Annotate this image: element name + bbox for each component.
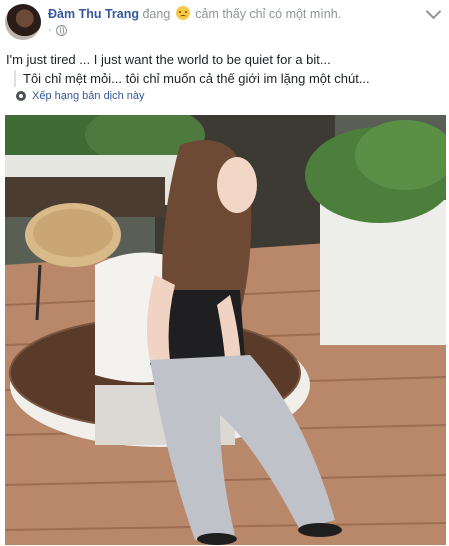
gear-icon (16, 91, 26, 101)
post-card: Đàm Thu Trang đang cảm thấy chỉ có một m… (0, 0, 449, 546)
rate-translation-row: Xếp hạng bản dịch này (16, 90, 145, 102)
feeling-text: cảm thấy chỉ có một mình. (195, 7, 342, 21)
feeling-prefix: đang (142, 7, 171, 21)
chevron-down-icon[interactable] (425, 3, 442, 20)
post-body-text: I'm just tired ... I just want the world… (6, 52, 331, 67)
globe-icon[interactable] (55, 24, 67, 36)
meta-separator: · (48, 24, 52, 36)
feeling-emoji-icon (175, 6, 190, 20)
post-meta: · (48, 24, 67, 36)
post-photo[interactable] (5, 115, 446, 545)
post-header: Đàm Thu Trang đang cảm thấy chỉ có một m… (48, 6, 341, 21)
rate-translation-link[interactable]: Xếp hạng bản dịch này (32, 90, 145, 102)
avatar[interactable] (5, 4, 41, 40)
photo-illustration (5, 115, 446, 545)
author-name-link[interactable]: Đàm Thu Trang (48, 7, 139, 21)
translation-text: Tôi chỉ mệt mỏi... tôi chỉ muốn cả thế g… (14, 70, 370, 87)
